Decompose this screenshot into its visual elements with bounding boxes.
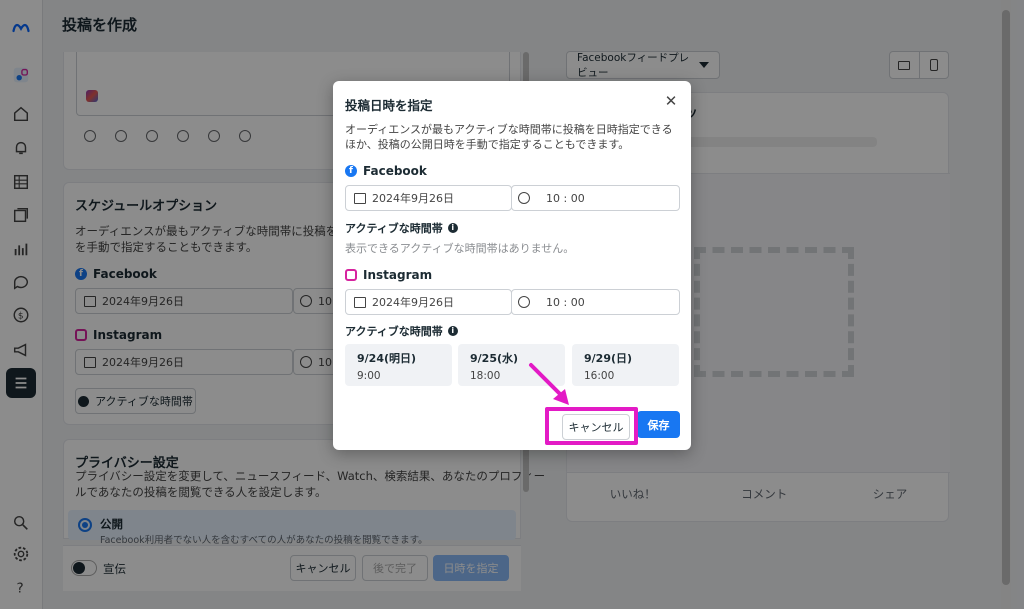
slot-date: 9/29(日) [584,352,633,365]
active-times-text-2: アクティブな時間帯 [345,325,443,338]
annotation-highlight-box [545,407,638,445]
facebook-icon: f [345,165,357,177]
slot-time: 16:00 [584,370,615,382]
clock-icon [518,296,530,308]
modal-title: 投稿日時を指定 [345,98,433,113]
modal-description: オーディエンスが最もアクティブな時間帯に投稿を日時指定できるほか、投稿の公開日時… [345,123,673,151]
slot-date: 9/24(明日) [357,352,417,365]
modal-instagram-date-field[interactable]: 2024年9月26日 [345,289,512,315]
modal-facebook-time-field[interactable]: 10 : 00 [511,185,680,211]
modal-instagram-time: 10 : 00 [546,295,585,309]
modal-facebook-date: 2024年9月26日 [372,192,454,205]
calendar-icon [354,296,366,308]
modal-active-times-label-2: アクティブな時間帯 i [345,323,458,339]
modal-instagram-label: Instagram [345,268,432,282]
clock-icon [518,192,530,204]
modal-facebook-label: f Facebook [345,164,427,178]
slot-time: 9:00 [357,370,381,382]
info-icon[interactable]: i [447,326,458,336]
info-icon[interactable]: i [447,223,458,233]
time-slot[interactable]: 9/24(明日) 9:00 [345,344,452,386]
active-times-text: アクティブな時間帯 [345,222,443,235]
annotation-arrow-icon [529,363,569,405]
close-icon[interactable]: ✕ [663,93,679,109]
modal-save-button[interactable]: 保存 [637,411,680,438]
modal-facebook-label-text: Facebook [363,164,427,178]
modal-instagram-date: 2024年9月26日 [372,296,454,309]
schedule-post-modal: 投稿日時を指定 ✕ オーディエンスが最もアクティブな時間帯に投稿を日時指定できる… [333,81,691,450]
no-active-times-text: 表示できるアクティブな時間帯はありません。 [345,242,575,255]
modal-facebook-date-field[interactable]: 2024年9月26日 [345,185,512,211]
instagram-icon [345,269,357,281]
modal-instagram-time-field[interactable]: 10 : 00 [511,289,680,315]
modal-instagram-label-text: Instagram [363,268,433,282]
time-slot[interactable]: 9/29(日) 16:00 [572,344,679,386]
calendar-icon [354,192,366,204]
modal-active-times-label: アクティブな時間帯 i [345,220,458,236]
modal-facebook-time: 10 : 00 [546,191,585,205]
